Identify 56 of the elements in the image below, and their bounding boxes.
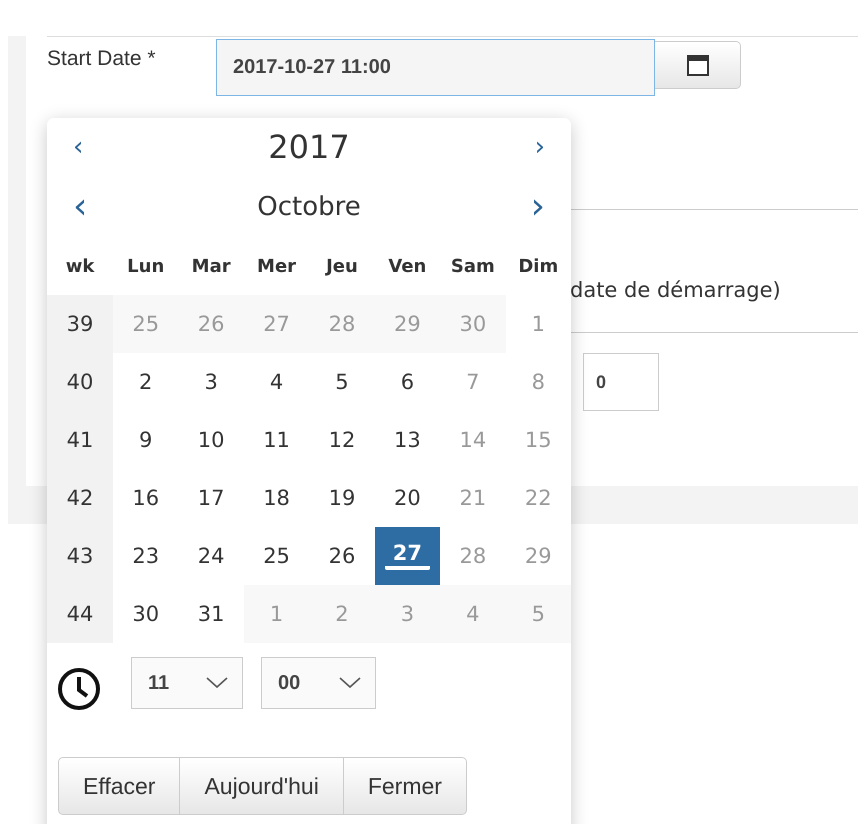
day-cell[interactable]: 2 <box>113 353 178 411</box>
day-cell[interactable]: 30 <box>113 585 178 643</box>
footer-button[interactable]: Aujourd'hui <box>180 757 344 815</box>
column-header: Mer <box>244 238 310 295</box>
day-cell[interactable]: 12 <box>309 411 375 469</box>
day-cell[interactable]: 9 <box>113 411 178 469</box>
day-cell[interactable]: 10 <box>178 411 244 469</box>
week-number: 42 <box>47 469 113 527</box>
number-field[interactable]: 0 <box>583 353 659 411</box>
column-header: Sam <box>440 238 506 295</box>
column-header: Jeu <box>309 238 375 295</box>
day-cell[interactable]: 23 <box>113 527 178 585</box>
previous-month-button[interactable]: ‹ <box>67 186 94 227</box>
day-cell[interactable]: 3 <box>178 353 244 411</box>
day-cell[interactable]: 25 <box>244 527 310 585</box>
minute-select[interactable]: 00 <box>261 657 376 709</box>
day-cell[interactable]: 6 <box>374 353 440 411</box>
column-header: Lun <box>113 238 178 295</box>
column-header: Ven <box>374 238 440 295</box>
footer-button[interactable]: Effacer <box>58 757 180 815</box>
day-cell[interactable]: 17 <box>178 469 244 527</box>
day-cell[interactable]: 16 <box>113 469 178 527</box>
column-header: wk <box>47 238 113 295</box>
week-number: 44 <box>47 585 113 643</box>
month-title: Octobre <box>257 192 361 222</box>
day-cell[interactable]: 31 <box>178 585 244 643</box>
week-number: 40 <box>47 353 113 411</box>
week-number: 43 <box>47 527 113 585</box>
day-cell[interactable]: 4 <box>244 353 310 411</box>
clock-icon <box>57 667 101 711</box>
day-cell[interactable]: 5 <box>309 353 375 411</box>
footer-button[interactable]: Fermer <box>344 757 467 815</box>
chevron-down-icon <box>206 677 228 689</box>
previous-year-button[interactable]: ‹ <box>67 132 90 162</box>
field-label: Start Date * <box>47 46 157 72</box>
day-cell[interactable]: 13 <box>374 411 440 469</box>
day-cell[interactable]: 24 <box>178 527 244 585</box>
chevron-down-icon <box>339 677 361 689</box>
next-year-button[interactable]: › <box>528 132 551 162</box>
week-number: 41 <box>47 411 113 469</box>
day-cell[interactable]: 18 <box>244 469 310 527</box>
day-cell[interactable]: 19 <box>309 469 375 527</box>
column-header: Dim <box>506 238 571 295</box>
day-cell[interactable]: 20 <box>374 469 440 527</box>
description-text: date de démarrage) <box>570 278 781 302</box>
day-cell[interactable]: 27 <box>374 527 440 585</box>
year-title: 2017 <box>268 128 350 166</box>
week-number: 39 <box>47 295 113 353</box>
start-date-field[interactable]: 2017-10-27 11:00 <box>216 39 655 96</box>
day-cell[interactable]: 26 <box>309 527 375 585</box>
calendar-icon <box>684 52 710 78</box>
day-cell[interactable]: 11 <box>244 411 310 469</box>
calendar-button[interactable] <box>655 41 741 89</box>
next-month-button[interactable]: › <box>524 186 551 227</box>
hour-select[interactable]: 11 <box>131 657 243 709</box>
column-header: Mar <box>178 238 244 295</box>
